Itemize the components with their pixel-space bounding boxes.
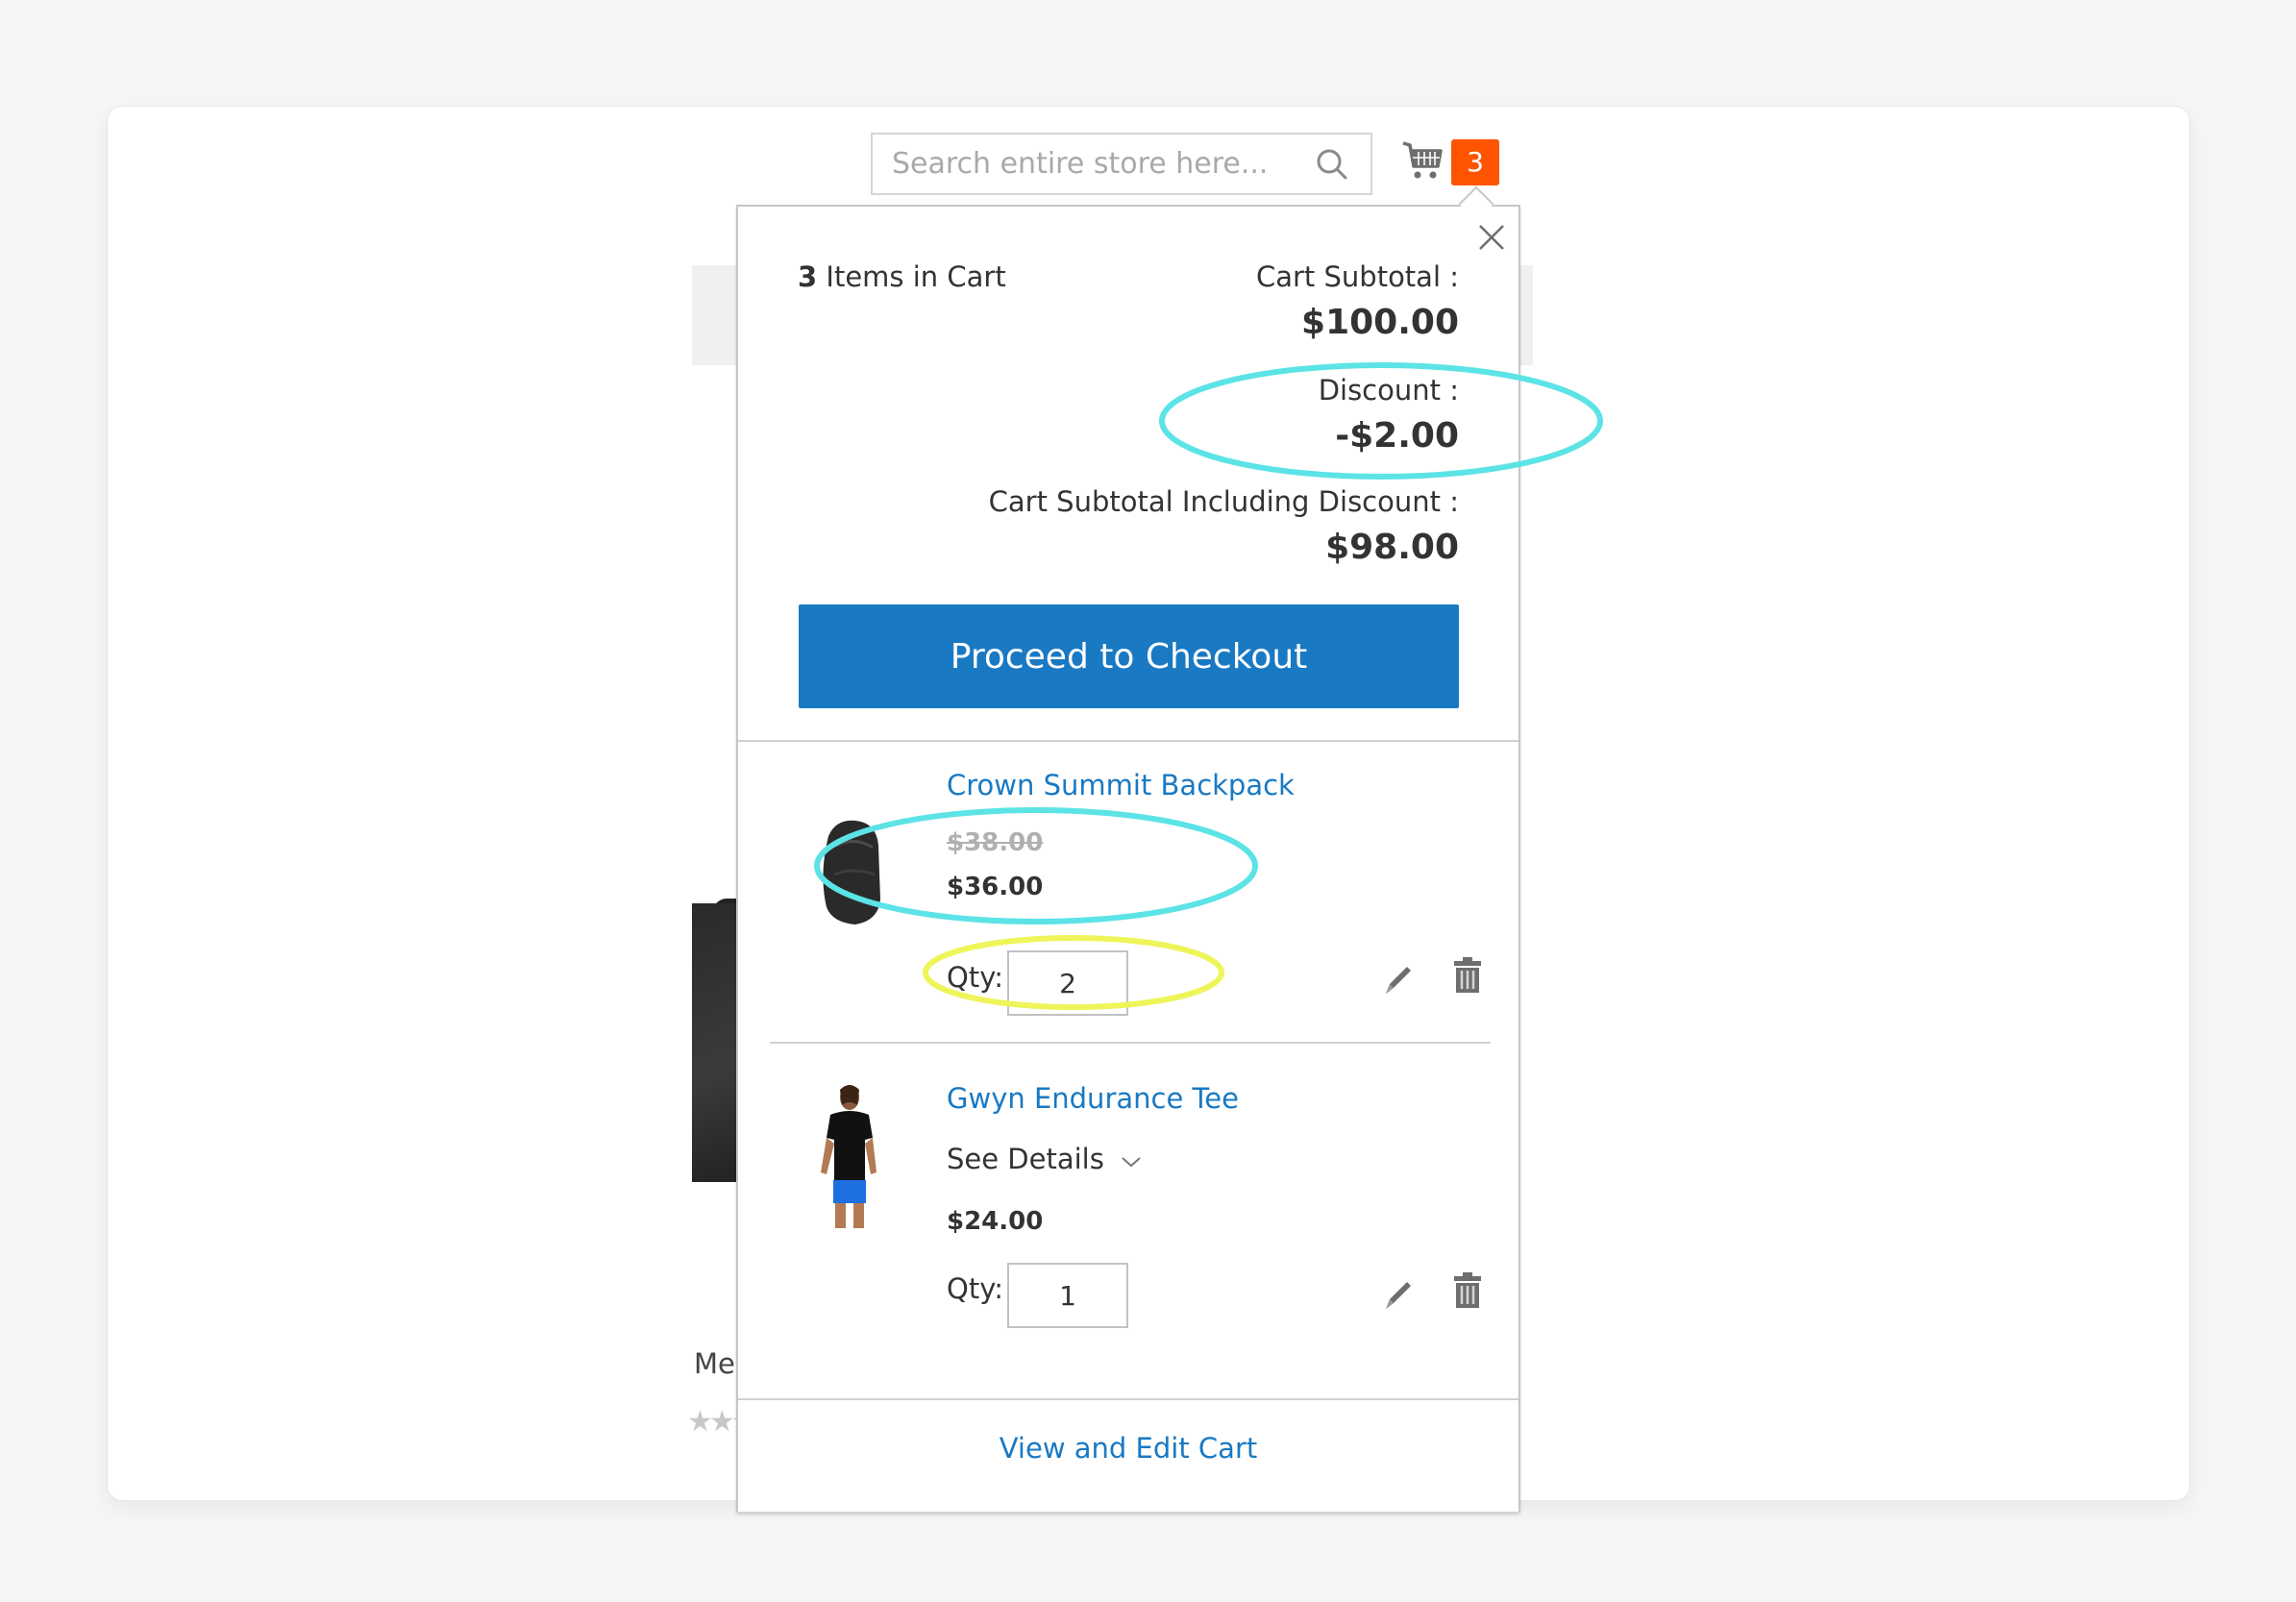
proceed-to-checkout-button[interactable]: Proceed to Checkout [799, 604, 1459, 708]
chevron-down-icon [1122, 1157, 1141, 1168]
subtotal-value: $100.00 [1301, 303, 1459, 342]
product-price: $24.00 [947, 1207, 1044, 1236]
background-product-name[interactable]: Me [694, 1347, 736, 1380]
items-in-cart-summary: 3 Items in Cart [798, 260, 1006, 293]
view-and-edit-cart-link[interactable]: View and Edit Cart [738, 1432, 1518, 1465]
product-name-link[interactable]: Crown Summit Backpack [947, 769, 1295, 801]
divider [738, 1398, 1518, 1400]
background-rating-stars: ★★★★★ [687, 1405, 737, 1439]
divider [738, 740, 1518, 742]
original-price: $38.00 [947, 828, 1044, 857]
edit-pencil-icon[interactable] [1382, 961, 1415, 999]
search-input[interactable] [873, 135, 1313, 193]
subtotal-incl-discount-label: Cart Subtotal Including Discount : [988, 485, 1459, 518]
qty-label: Qty: [947, 1272, 1004, 1305]
product-thumbnail-backpack[interactable] [807, 807, 892, 961]
qty-label: Qty: [947, 961, 1004, 994]
qty-input[interactable] [1007, 950, 1128, 1016]
subtotal-label: Cart Subtotal : [1255, 260, 1459, 293]
background-product-image[interactable] [692, 903, 740, 1182]
discounted-price: $36.00 [947, 873, 1044, 901]
search-icon[interactable] [1313, 145, 1351, 184]
minicart-dropdown: 3 Items in Cart Cart Subtotal : $100.00 … [736, 205, 1520, 1512]
discount-value: -$2.00 [1335, 416, 1459, 456]
product-thumbnail-tee[interactable] [807, 1080, 892, 1234]
trash-icon[interactable] [1451, 955, 1484, 994]
subtotal-incl-discount-value: $98.00 [1325, 528, 1459, 567]
items-count: 3 [798, 260, 818, 293]
product-name-link[interactable]: Gwyn Endurance Tee [947, 1082, 1239, 1115]
discount-label: Discount : [1318, 374, 1459, 407]
search-box[interactable] [871, 133, 1372, 195]
cart-count-badge[interactable]: 3 [1451, 139, 1499, 185]
edit-pencil-icon[interactable] [1382, 1276, 1415, 1315]
divider [770, 1042, 1491, 1044]
qty-input[interactable] [1007, 1263, 1128, 1328]
see-details-toggle[interactable]: See Details [947, 1143, 1142, 1175]
cart-icon[interactable] [1401, 139, 1444, 182]
close-icon[interactable] [1472, 218, 1511, 257]
see-details-label: See Details [947, 1143, 1104, 1175]
items-label: Items in Cart [817, 260, 1006, 293]
trash-icon[interactable] [1451, 1270, 1484, 1309]
